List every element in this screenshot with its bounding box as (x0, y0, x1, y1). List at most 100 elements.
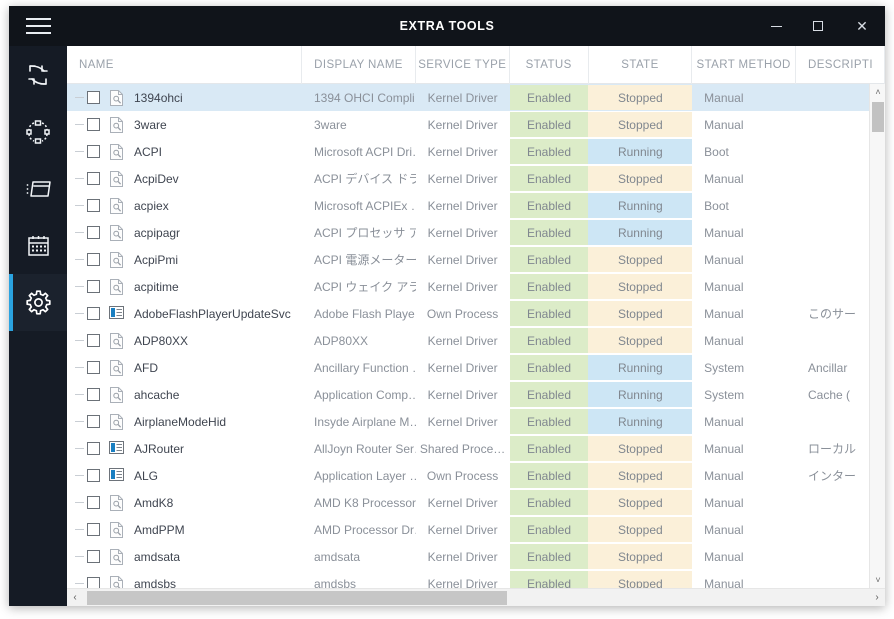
table-row[interactable]: AmdPPM AMD Processor Dr… Kernel Driver Enab… (67, 516, 885, 543)
service-name-label: acpiex (134, 198, 169, 213)
table-row[interactable]: AJRouter AllJoyn Router Ser… Shared Proce…… (67, 435, 885, 462)
cell-state: Stopped (588, 84, 693, 111)
status-badge: Enabled (509, 490, 589, 515)
maximize-button[interactable] (797, 6, 839, 46)
scroll-down-arrow-icon[interactable]: ˅ (870, 572, 885, 588)
cell-service-type: Kernel Driver (427, 495, 498, 510)
row-checkbox[interactable] (87, 415, 100, 428)
table-row[interactable]: acpiex Microsoft ACPIEx … Kernel Driver Ena… (67, 192, 885, 219)
state-badge: Stopped (588, 517, 693, 542)
row-checkbox[interactable] (87, 118, 100, 131)
table-row[interactable]: AdobeFlashPlayerUpdateSvc Adobe Flash Pla… (67, 300, 885, 327)
table-row[interactable]: AmdK8 AMD K8 Processor… Kernel Driver Enabl… (67, 489, 885, 516)
row-checkbox[interactable] (87, 361, 100, 374)
vertical-scrollbar[interactable]: ˄ ˅ (869, 84, 885, 588)
close-button[interactable]: ✕ (839, 6, 885, 46)
status-badge: Enabled (509, 328, 589, 353)
column-header-display-name[interactable]: DISPLAY NAME (302, 46, 416, 84)
cell-name: AJRouter (67, 435, 302, 462)
table-row[interactable]: AcpiPmi ACPI 電源メーター … Kernel Driver Enabled… (67, 246, 885, 273)
cell-display-name: 3ware (314, 117, 347, 132)
sidebar-item-refresh[interactable] (9, 46, 67, 103)
row-checkbox[interactable] (87, 577, 100, 588)
row-checkbox[interactable] (87, 550, 100, 563)
cell-start-method: Manual (704, 90, 744, 105)
tree-connector (73, 192, 87, 219)
cell-name: ACPI (67, 138, 302, 165)
row-checkbox[interactable] (87, 172, 100, 185)
table-row[interactable]: acpipagr ACPI プロセッサ ア… Kernel Driver Enable… (67, 219, 885, 246)
table-row[interactable]: AcpiDev ACPI デバイス ドラ… Kernel Driver Enabled… (67, 165, 885, 192)
row-checkbox[interactable] (87, 145, 100, 158)
column-header-name[interactable]: NAME (67, 46, 303, 84)
table-row[interactable]: ACPI Microsoft ACPI Dri… Kernel Driver Enab… (67, 138, 885, 165)
row-checkbox[interactable] (87, 226, 100, 239)
cell-name: AcpiDev (67, 165, 302, 192)
cell-state: Stopped (588, 435, 693, 462)
column-header-description[interactable]: DESCRIPTI (796, 46, 885, 84)
row-checkbox[interactable] (87, 469, 100, 482)
hamburger-line (25, 32, 51, 34)
table-row[interactable]: AirplaneModeHid Insyde Airplane M… Kernel … (67, 408, 885, 435)
driver-file-icon (109, 359, 124, 376)
column-header-state[interactable]: STATE (589, 46, 693, 84)
table-row[interactable]: ADP80XX ADP80XX Kernel Driver Enabled Stoppe… (67, 327, 885, 354)
cell-state: Stopped (588, 165, 693, 192)
row-checkbox[interactable] (87, 307, 100, 320)
scroll-up-arrow-icon[interactable]: ˄ (870, 84, 885, 100)
row-checkbox[interactable] (87, 523, 100, 536)
cell-state: Running (588, 408, 693, 435)
table-row[interactable]: amdsbs amdsbs Kernel Driver Enabled Stopped M… (67, 570, 885, 588)
row-checkbox[interactable] (87, 91, 100, 104)
scroll-right-arrow-icon[interactable]: › (869, 589, 885, 607)
horizontal-scroll-track[interactable] (83, 589, 869, 607)
cell-state: Stopped (588, 246, 693, 273)
vertical-scroll-thumb[interactable] (872, 102, 884, 132)
services-table: NAME DISPLAY NAME SERVICE TYPE STATUS ST… (67, 46, 885, 606)
table-row[interactable]: 1394ohci 1394 OHCI Compli… Kernel Driver En… (67, 84, 885, 111)
cell-service-type: Kernel Driver (427, 333, 498, 348)
sidebar-item-settings[interactable] (9, 274, 67, 331)
cell-status: Enabled (509, 84, 589, 111)
hamburger-menu-icon[interactable] (9, 6, 67, 46)
table-row[interactable]: ahcache Application Comp… Kernel Driver Ena… (67, 381, 885, 408)
horizontal-scroll-thumb[interactable] (87, 590, 507, 605)
state-badge: Stopped (588, 436, 693, 461)
minimize-button[interactable] (755, 6, 797, 46)
driver-file-icon (109, 521, 124, 538)
horizontal-scrollbar[interactable]: ‹ › (67, 588, 885, 606)
column-header-service-type[interactable]: SERVICE TYPE (416, 46, 510, 84)
window-controls: ✕ (755, 6, 885, 46)
sidebar-item-nodes[interactable] (9, 103, 67, 160)
cell-name: ahcache (67, 381, 302, 408)
cell-start-method: Manual (704, 333, 744, 348)
cell-service-type: Kernel Driver (427, 90, 498, 105)
table-row[interactable]: AFD Ancillary Function … Kernel Driver Enab… (67, 354, 885, 381)
row-checkbox[interactable] (87, 442, 100, 455)
row-checkbox[interactable] (87, 199, 100, 212)
sidebar-item-calendar[interactable] (9, 217, 67, 274)
table-row[interactable]: amdsata amdsata Kernel Driver Enabled Stoppe… (67, 543, 885, 570)
scroll-left-arrow-icon[interactable]: ‹ (67, 589, 83, 607)
table-row[interactable]: 3ware 3ware Kernel Driver Enabled Stopped Man… (67, 111, 885, 138)
cell-state: Running (588, 192, 693, 219)
table-row[interactable]: acpitime ACPI ウェイク アラー… Kernel Driver Enabl… (67, 273, 885, 300)
cell-status: Enabled (509, 273, 589, 300)
row-checkbox[interactable] (87, 253, 100, 266)
row-checkbox[interactable] (87, 280, 100, 293)
column-header-start-method[interactable]: START METHOD (692, 46, 796, 84)
sidebar-item-window[interactable] (9, 160, 67, 217)
cell-service-type: Kernel Driver (427, 144, 498, 159)
tree-connector (73, 462, 87, 489)
status-badge: Enabled (509, 301, 589, 326)
driver-file-icon (109, 278, 124, 295)
cell-display-name: ACPI プロセッサ ア… (314, 226, 416, 240)
column-header-status[interactable]: STATUS (510, 46, 589, 84)
table-row[interactable]: ALG Application Layer … Own Process Enabled… (67, 462, 885, 489)
status-badge: Enabled (509, 544, 589, 569)
cell-start-method: Manual (704, 522, 744, 537)
row-checkbox[interactable] (87, 388, 100, 401)
row-checkbox[interactable] (87, 334, 100, 347)
row-checkbox[interactable] (87, 496, 100, 509)
cell-start-method: Manual (704, 414, 744, 429)
